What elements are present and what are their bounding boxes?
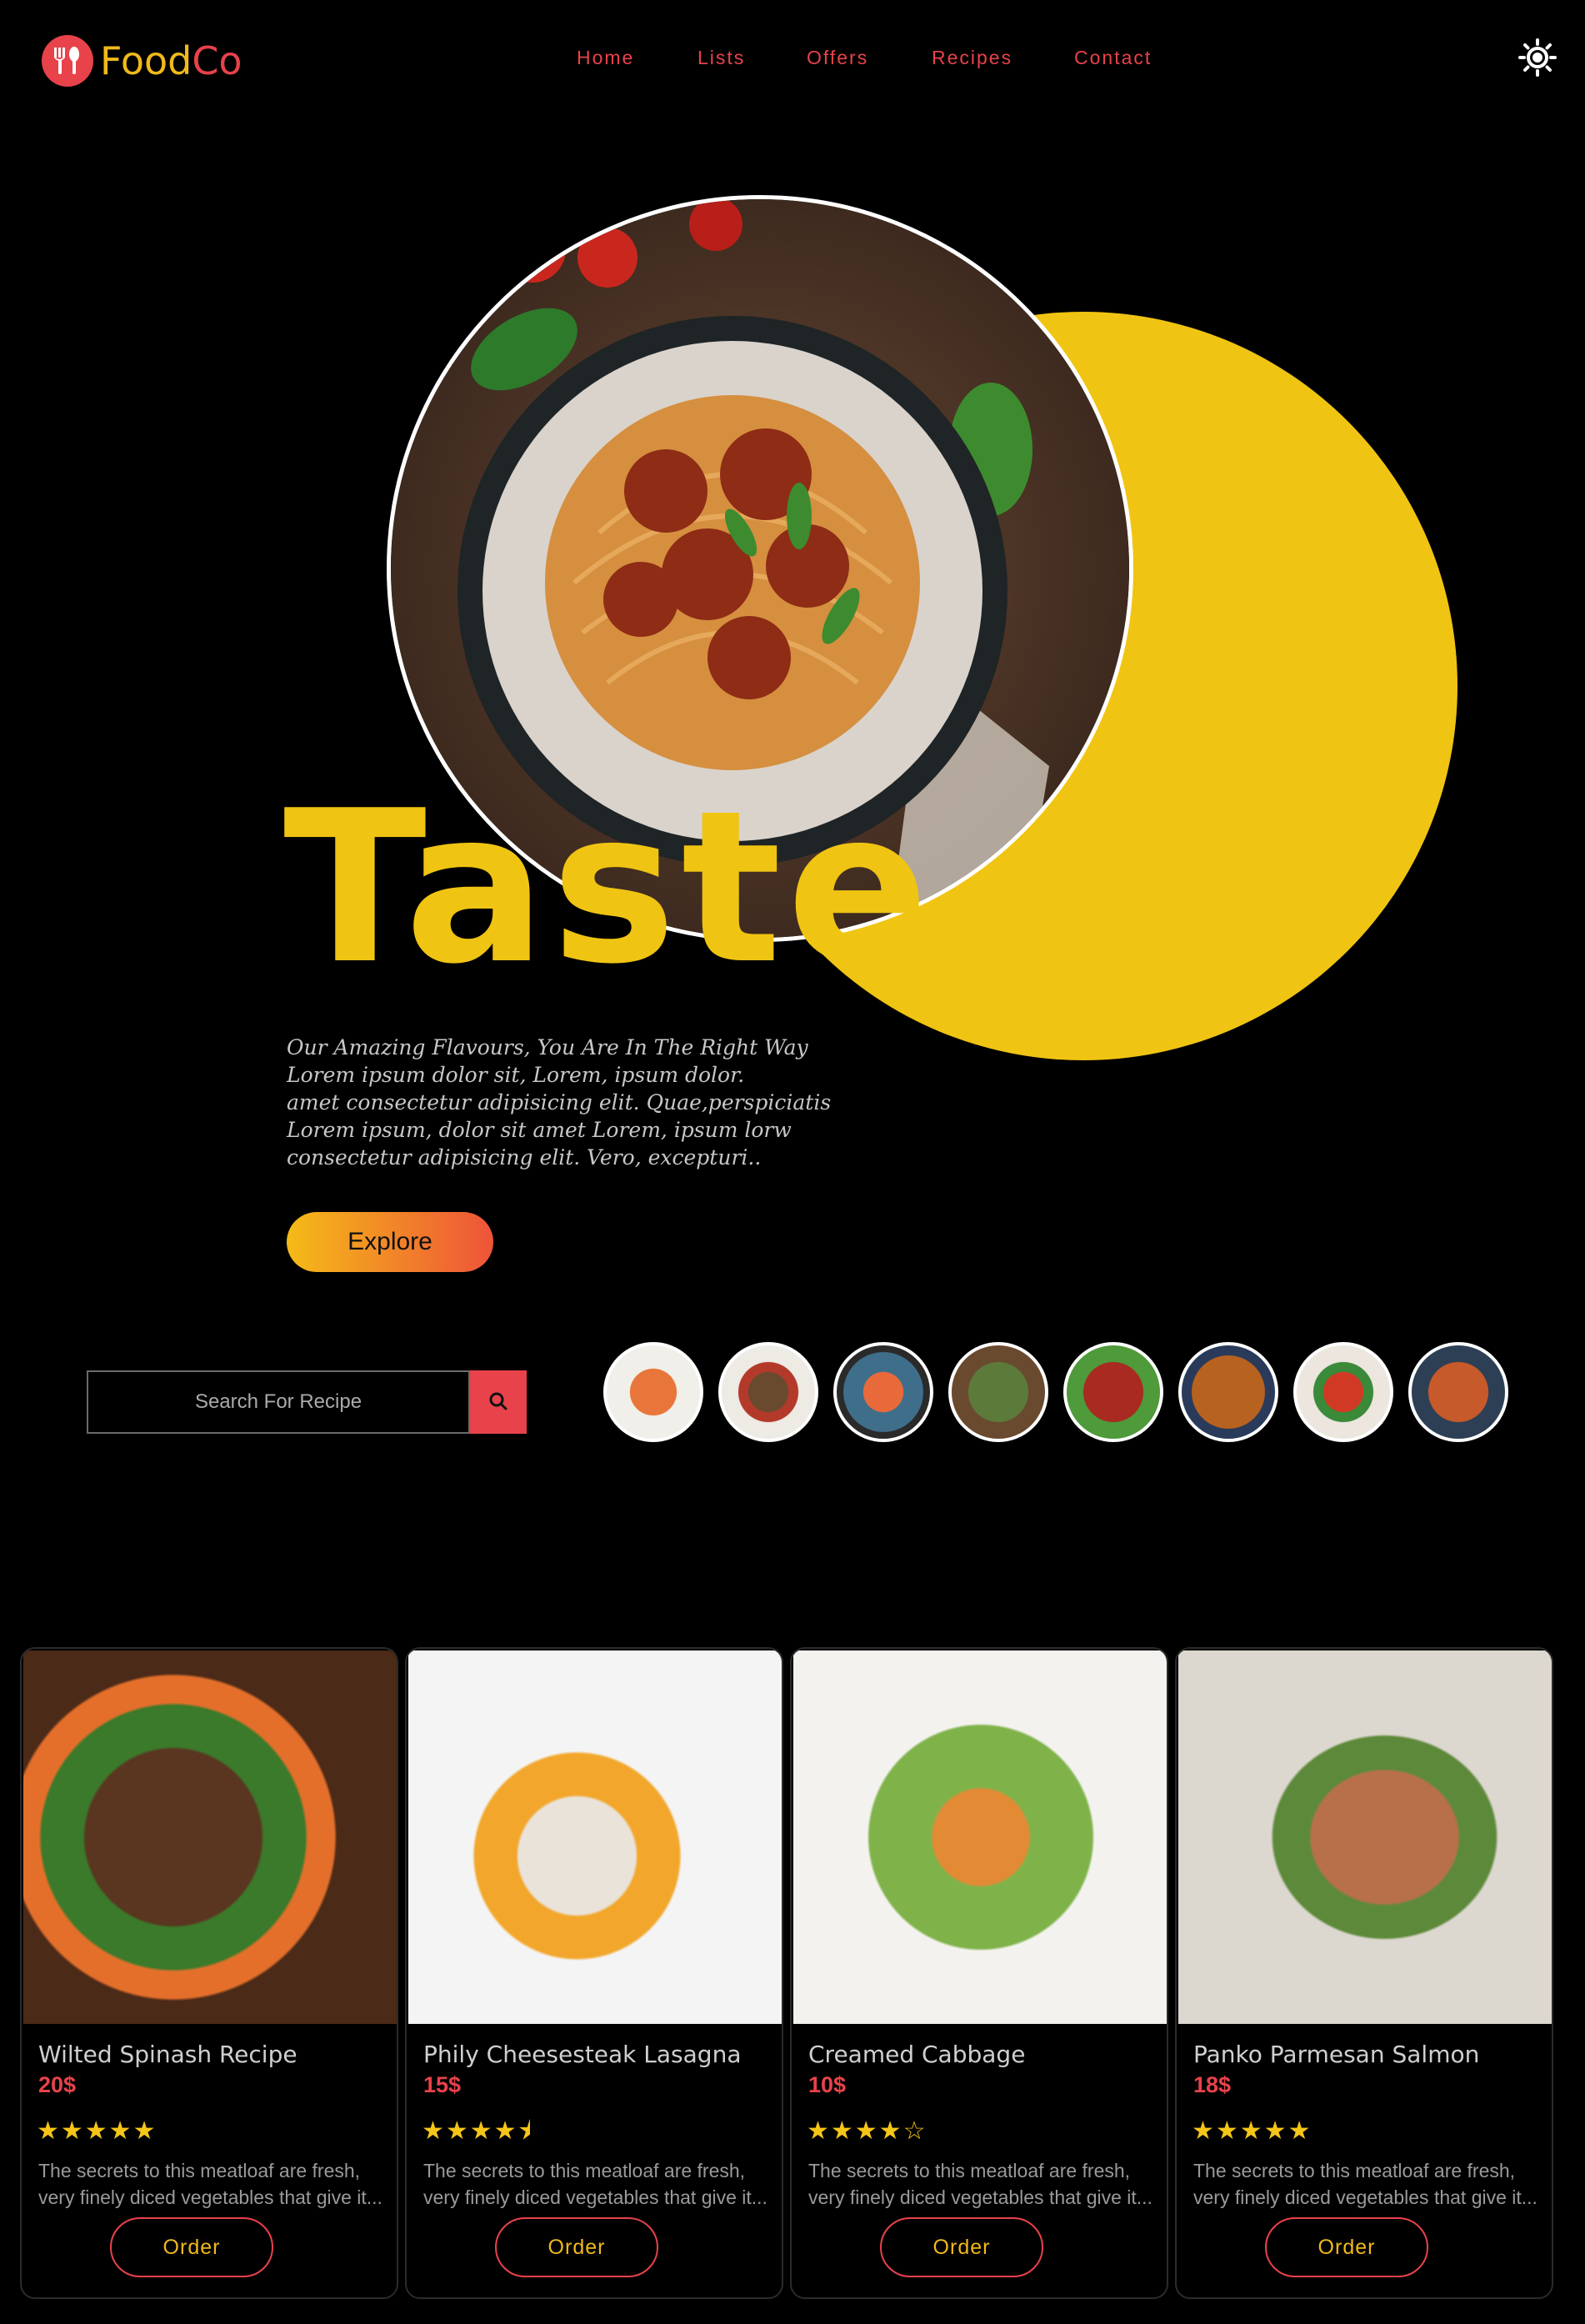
- recipe-description: The secrets to this meatloaf are fresh, …: [808, 2160, 1152, 2208]
- recipe-search: [87, 1370, 533, 1434]
- hero-description-line: Lorem ipsum dolor sit, Lorem, ipsum dolo…: [287, 1063, 745, 1087]
- nav-recipes[interactable]: Recipes: [932, 47, 1012, 69]
- recipe-description: The secrets to this meatloaf are fresh, …: [1193, 2160, 1538, 2208]
- recipe-price: 20$: [38, 2072, 77, 2097]
- thumbnail-sausage-dish[interactable]: [1063, 1342, 1163, 1442]
- recipe-card: Wilted Spinash Recipe 20$ ★★★★★ The secr…: [20, 1647, 398, 2299]
- recipe-title: Phily Cheesesteak Lasagna: [423, 2041, 742, 2068]
- recipe-price: 18$: [1193, 2072, 1232, 2097]
- hero-description-line: amet consectetur adipisicing elit. Quae,…: [287, 1090, 832, 1114]
- thumbnail-stir-fry-dish[interactable]: [1293, 1342, 1393, 1442]
- nav-contact[interactable]: Contact: [1074, 47, 1152, 69]
- recipe-title: Creamed Cabbage: [808, 2041, 1026, 2068]
- thumbnail-skewers-dish[interactable]: [718, 1342, 818, 1442]
- search-icon: [488, 1391, 508, 1414]
- order-button[interactable]: Order: [495, 2217, 658, 2277]
- thumbnail-carrot-dish[interactable]: [603, 1342, 703, 1442]
- recipe-price: 15$: [423, 2072, 462, 2097]
- navbar: FoodCo Home Lists Offers Recipes Contact: [0, 0, 1585, 122]
- rating-stars: ★★★★★: [1192, 2117, 1312, 2145]
- thumbnail-salad-dish[interactable]: [948, 1342, 1048, 1442]
- rating-stars: ★★★★⯨: [422, 2117, 533, 2145]
- recipe-card: Phily Cheesesteak Lasagna 15$ ★★★★⯨ The …: [405, 1647, 783, 2299]
- hero-description-line: Our Amazing Flavours, You Are In The Rig…: [287, 1035, 808, 1059]
- sun-icon[interactable]: [1518, 38, 1557, 77]
- recipe-image: [23, 1650, 397, 2024]
- thumbnail-rolls-dish[interactable]: [833, 1342, 933, 1442]
- recipe-card: Creamed Cabbage 10$ ★★★★☆ The secrets to…: [790, 1647, 1168, 2299]
- search-input[interactable]: [87, 1370, 470, 1434]
- rating-stars: ★★★★★: [37, 2117, 158, 2145]
- explore-button[interactable]: Explore: [287, 1212, 493, 1272]
- hero-description: Our Amazing Flavours, You Are In The Rig…: [287, 1034, 832, 1171]
- recipe-image: [408, 1650, 782, 2024]
- recipe-description: The secrets to this meatloaf are fresh, …: [38, 2160, 382, 2208]
- order-button[interactable]: Order: [110, 2217, 273, 2277]
- nav-home[interactable]: Home: [577, 47, 634, 69]
- order-button[interactable]: Order: [880, 2217, 1043, 2277]
- recipe-image: [793, 1650, 1167, 2024]
- hero-description-line: consectetur adipisicing elit. Vero, exce…: [287, 1145, 762, 1170]
- nav-offers[interactable]: Offers: [807, 47, 868, 69]
- thumbnail-pasta-dish[interactable]: [1408, 1342, 1508, 1442]
- recipe-description: The secrets to this meatloaf are fresh, …: [423, 2160, 768, 2208]
- hero-title: Taste: [283, 766, 934, 1010]
- hero-description-line: Lorem ipsum, dolor sit amet Lorem, ipsum…: [287, 1118, 792, 1142]
- thumbnail-nuggets-dish[interactable]: [1178, 1342, 1278, 1442]
- recipe-price: 10$: [808, 2072, 847, 2097]
- recipe-image: [1178, 1650, 1552, 2024]
- recipe-title: Wilted Spinash Recipe: [38, 2041, 298, 2068]
- order-button[interactable]: Order: [1265, 2217, 1428, 2277]
- main-menu: Home Lists Offers Recipes Contact: [0, 47, 1585, 77]
- recipe-card: Panko Parmesan Salmon 18$ ★★★★★ The secr…: [1175, 1647, 1553, 2299]
- search-button[interactable]: [470, 1370, 527, 1434]
- recipe-title: Panko Parmesan Salmon: [1193, 2041, 1480, 2068]
- nav-lists[interactable]: Lists: [698, 47, 745, 69]
- rating-stars: ★★★★☆: [807, 2117, 928, 2145]
